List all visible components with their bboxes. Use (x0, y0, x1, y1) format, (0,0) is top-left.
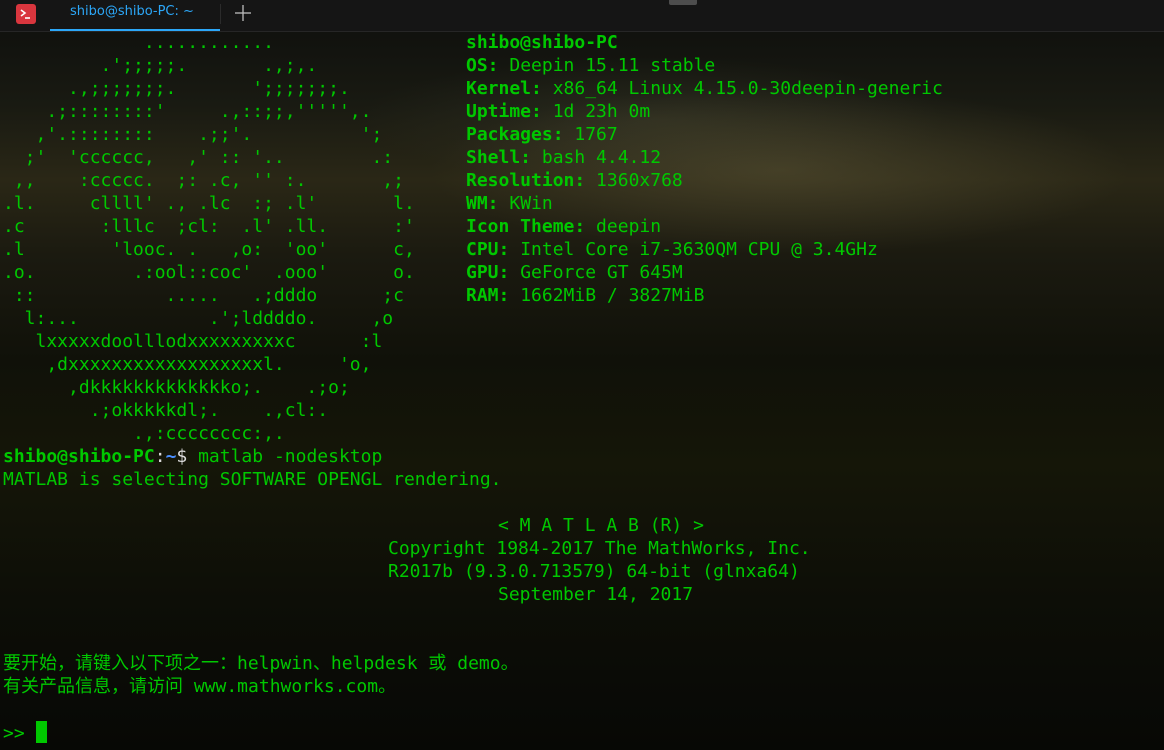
logo-line: .;::::::::' .,::;;,''''',. (3, 101, 372, 122)
info-key: Packages: (466, 124, 564, 145)
terminal-window: shibo@shibo-PC: ~ ............ .';;;;;. … (0, 0, 1164, 750)
logo-line: ,dkkkkkkkkkkkkko;. .;o; (3, 377, 350, 398)
info-key: WM: (466, 193, 499, 214)
info-key: Kernel: (466, 78, 542, 99)
logo-line: .,;;;;;;;. ';;;;;;;. (3, 78, 350, 99)
text-cursor (35, 721, 47, 743)
info-row: Uptime: 1d 23h 0m (466, 100, 650, 123)
terminal-icon[interactable] (16, 4, 36, 24)
info-value: Intel Core i7-3630QM CPU @ 3.4GHz (509, 239, 878, 260)
info-row: Kernel: x86_64 Linux 4.15.0-30deepin-gen… (466, 77, 943, 100)
info-key: Uptime: (466, 101, 542, 122)
logo-line: ,, :ccccc. ;: .c, '' :. ,; (3, 170, 404, 191)
tab-bar: shibo@shibo-PC: ~ (0, 0, 1164, 32)
matlab-banner: < M A T L A B (R) > (498, 515, 704, 536)
new-tab-button[interactable] (232, 2, 254, 24)
info-value: GeForce GT 645M (509, 262, 683, 283)
info-row: Resolution: 1360x768 (466, 169, 683, 192)
info-value: Deepin 15.11 stable (498, 55, 716, 76)
matlab-prompt: >> (3, 723, 36, 744)
info-key: Shell: (466, 147, 532, 168)
info-value: KWin (498, 193, 553, 214)
info-row: OS: Deepin 15.11 stable (466, 54, 715, 77)
shell-prompt-line: shibo@shibo-PC:~$ matlab -nodesktop (3, 445, 382, 468)
info-key: CPU: (466, 239, 510, 260)
matlab-info-line: 有关产品信息，请访问 www.mathworks.com。 (3, 676, 397, 697)
prompt-colon: : (154, 446, 166, 467)
prompt-user-host: shibo@shibo-PC (3, 446, 155, 467)
terminal-output[interactable]: ............ .';;;;;. .,;,. .,;;;;;;;. '… (0, 31, 1164, 750)
info-row: WM: KWin (466, 192, 553, 215)
logo-line: :: ..... .;dddo ;c (3, 285, 404, 306)
logo-line: .;okkkkkdl;. .,cl:. (3, 400, 329, 421)
window-drag-handle[interactable] (669, 0, 697, 5)
prompt-path: ~ (165, 446, 177, 467)
tab-title: shibo@shibo-PC: ~ (70, 4, 194, 19)
logo-line: ............ (3, 32, 274, 53)
logo-line: .';;;;;. .,;,. (3, 55, 318, 76)
matlab-prompt-line[interactable]: >> (3, 721, 47, 745)
logo-line: lxxxxxdoolllodxxxxxxxxxc :l (3, 331, 383, 352)
logo-line: ;' 'cccccc, ,' :: '.. .: (3, 147, 394, 168)
logo-line: .c :lllc ;cl: .l' .ll. :' (3, 216, 415, 237)
logo-line: .l. cllll' ., .lc :; .l' l. (3, 193, 415, 214)
info-row: Packages: 1767 (466, 123, 618, 146)
info-value: x86_64 Linux 4.15.0-30deepin-generic (541, 78, 943, 99)
info-value: 1d 23h 0m (541, 101, 651, 122)
prompt-symbol: $ (176, 446, 188, 467)
info-value: bash 4.4.12 (531, 147, 662, 168)
info-row: Icon Theme: deepin (466, 215, 661, 238)
info-key: OS: (466, 55, 499, 76)
logo-line: ,dxxxxxxxxxxxxxxxxxxl. 'o, (3, 354, 372, 375)
info-row: GPU: GeForce GT 645M (466, 261, 683, 284)
info-row: RAM: 1662MiB / 3827MiB (466, 284, 704, 307)
info-key: GPU: (466, 262, 510, 283)
info-key: Resolution: (466, 170, 586, 191)
info-key: RAM: (466, 285, 510, 306)
matlab-help-line: 要开始，请键入以下项之一：helpwin、helpdesk 或 demo。 (3, 653, 519, 674)
info-value: 1360x768 (585, 170, 683, 191)
matlab-copyright: Copyright 1984-2017 The MathWorks, Inc. (388, 538, 811, 559)
logo-line: .,:cccccccc:,. (3, 423, 285, 444)
matlab-date: September 14, 2017 (498, 584, 694, 605)
info-value: 1767 (563, 124, 618, 145)
plus-icon (235, 5, 251, 21)
info-value: deepin (585, 216, 662, 237)
logo-line: .o. .:ool::coc' .ooo' o. (3, 262, 415, 283)
neofetch-host: shibo@shibo-PC (466, 32, 618, 53)
info-key: Icon Theme: (466, 216, 586, 237)
logo-line: ,'.:::::::: .;;'. '; (3, 124, 383, 145)
opengl-message: MATLAB is selecting SOFTWARE OPENGL rend… (3, 469, 502, 490)
logo-line: .l 'looc. . ,o: 'oo' c, (3, 239, 415, 260)
prompt-command: matlab -nodesktop (187, 446, 383, 467)
info-value: 1662MiB / 3827MiB (509, 285, 705, 306)
info-row: CPU: Intel Core i7-3630QM CPU @ 3.4GHz (466, 238, 878, 261)
info-row: Shell: bash 4.4.12 (466, 146, 661, 169)
tab-terminal[interactable]: shibo@shibo-PC: ~ (50, 0, 220, 31)
matlab-version: R2017b (9.3.0.713579) 64-bit (glnxa64) (388, 561, 800, 582)
logo-line: l:... .';lddddo. ,o (3, 308, 394, 329)
tab-separator (220, 4, 221, 24)
